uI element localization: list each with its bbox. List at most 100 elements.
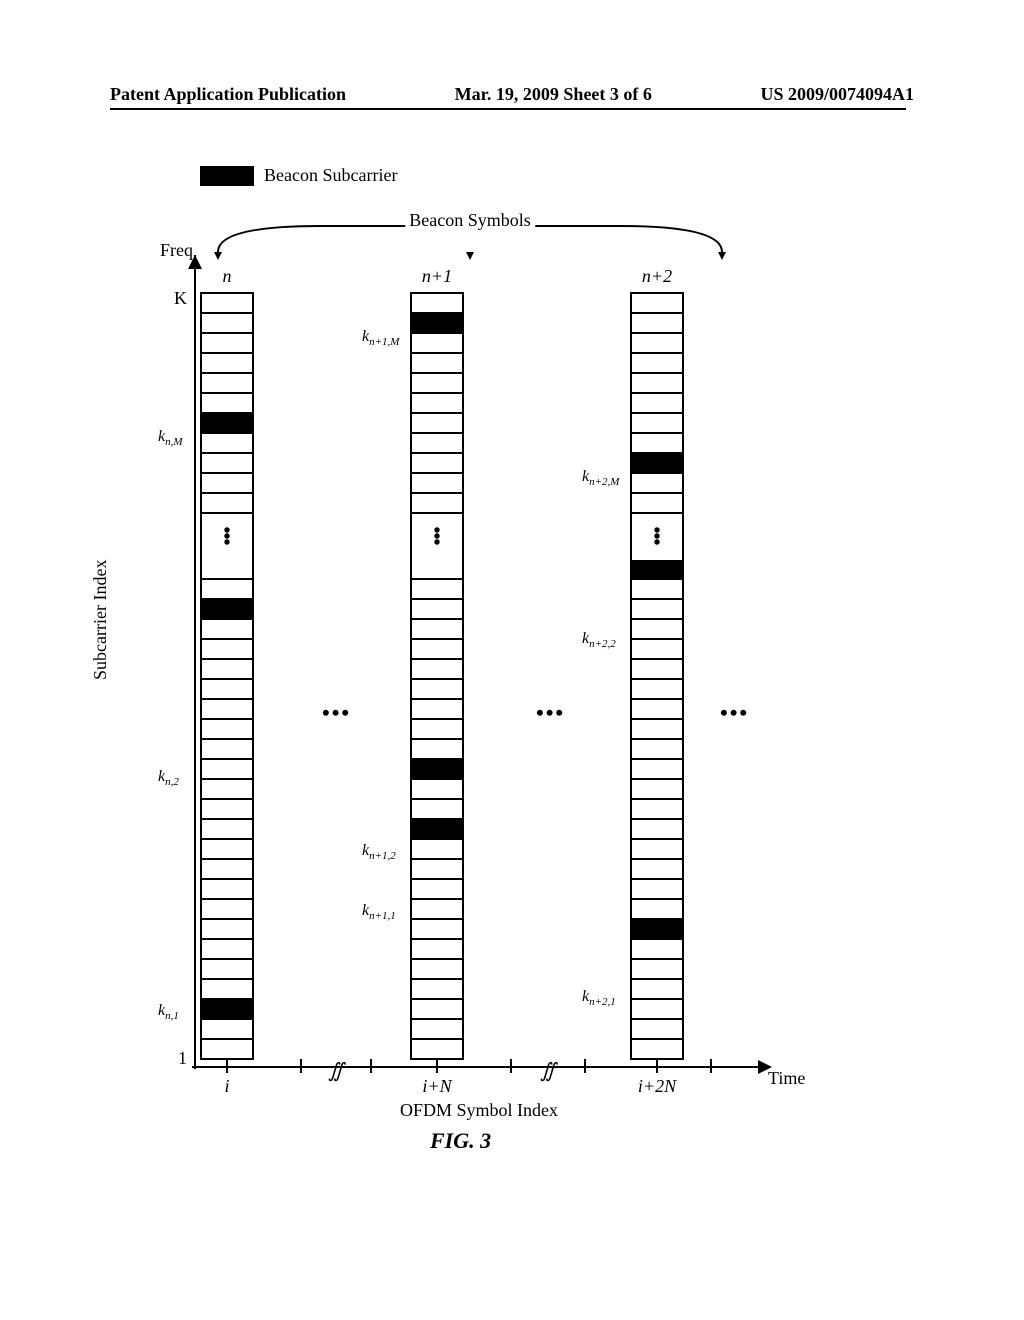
grid-cell xyxy=(632,880,682,900)
grid-cell xyxy=(202,354,252,374)
grid-cell xyxy=(632,760,682,780)
grid-cell xyxy=(202,900,252,920)
grid-cell xyxy=(412,720,462,740)
x-tick-label-iN: i+N xyxy=(422,1076,451,1097)
col-label-n2: n+2 xyxy=(630,266,684,287)
k-label: kn+2,2 xyxy=(582,630,616,650)
grid-cell xyxy=(202,720,252,740)
grid-cell xyxy=(412,414,462,434)
grid-cell xyxy=(202,740,252,760)
legend: Beacon Subcarrier xyxy=(200,165,397,186)
grid-cell xyxy=(632,940,682,960)
grid-cell xyxy=(412,660,462,680)
column-n: ••• xyxy=(200,292,254,1060)
grid-cell xyxy=(202,840,252,860)
grid-cell xyxy=(632,1020,682,1040)
grid-cell xyxy=(412,334,462,354)
legend-label: Beacon Subcarrier xyxy=(264,165,397,186)
k-label: kn,M xyxy=(158,428,183,448)
grid-cell xyxy=(412,640,462,660)
grid-cell xyxy=(412,860,462,880)
grid-cell xyxy=(412,294,462,314)
grid-cell xyxy=(202,960,252,980)
grid-cell xyxy=(412,474,462,494)
grid-cell xyxy=(412,920,462,940)
grid-cell xyxy=(632,294,682,314)
x-tick xyxy=(510,1059,512,1073)
column-n2-lower xyxy=(632,560,682,1060)
x-tick-i2N xyxy=(656,1059,658,1073)
grid-cell xyxy=(632,680,682,700)
time-axis-label: Time xyxy=(768,1068,805,1089)
header-mid: Mar. 19, 2009 Sheet 3 of 6 xyxy=(455,84,652,105)
k-label: kn+1,M xyxy=(362,328,399,348)
grid-cell xyxy=(412,780,462,800)
x-tick-label-i2N: i+2N xyxy=(638,1076,676,1097)
grid-cell xyxy=(412,620,462,640)
grid-cell xyxy=(202,980,252,1000)
grid-cell xyxy=(412,800,462,820)
grid-cell xyxy=(412,980,462,1000)
grid-cell xyxy=(632,980,682,1000)
beacon-cell xyxy=(202,414,252,434)
grid-cell xyxy=(632,434,682,454)
grid-cell xyxy=(632,354,682,374)
column-n2: ••• xyxy=(630,292,684,1060)
grid-cell xyxy=(412,374,462,394)
y-axis xyxy=(194,255,196,1069)
grid-cell xyxy=(202,294,252,314)
x-tick xyxy=(300,1059,302,1073)
grid-cell xyxy=(632,840,682,860)
grid-cell xyxy=(412,960,462,980)
grid-cell xyxy=(412,740,462,760)
grid-cell xyxy=(202,860,252,880)
grid-cell xyxy=(412,354,462,374)
beacon-cell xyxy=(412,820,462,840)
column-n-lower xyxy=(202,560,252,1060)
header-rule xyxy=(110,108,906,110)
beacon-cell xyxy=(632,920,682,940)
x-tick-i xyxy=(226,1059,228,1073)
grid-cell xyxy=(202,334,252,354)
page-header: Patent Application Publication Mar. 19, … xyxy=(0,84,1024,105)
vdots-icon: ••• xyxy=(412,514,462,560)
beacon-cell xyxy=(632,454,682,474)
vdots-icon: ••• xyxy=(632,514,682,560)
k-label: kn,2 xyxy=(158,768,179,788)
grid-cell xyxy=(202,1020,252,1040)
grid-cell xyxy=(632,720,682,740)
column-n1-lower xyxy=(412,560,462,1060)
grid-cell xyxy=(202,800,252,820)
x-axis xyxy=(192,1066,760,1068)
beacon-cell xyxy=(632,560,682,580)
grid-cell xyxy=(632,394,682,414)
grid-cell xyxy=(632,314,682,334)
grid-cell xyxy=(202,1040,252,1060)
figure-caption: FIG. 3 xyxy=(430,1128,491,1154)
grid-cell xyxy=(632,740,682,760)
grid-cell xyxy=(202,394,252,414)
grid-cell xyxy=(412,434,462,454)
x-tick xyxy=(710,1059,712,1073)
column-n1-upper xyxy=(412,294,462,514)
y-tick-K: K xyxy=(174,288,187,309)
grid-cell xyxy=(412,580,462,600)
grid-cell xyxy=(412,700,462,720)
grid-cell xyxy=(412,1000,462,1020)
grid-cell xyxy=(412,494,462,514)
grid-cell xyxy=(412,840,462,860)
grid-cell xyxy=(632,374,682,394)
beacon-cell xyxy=(412,314,462,334)
grid-cell xyxy=(412,880,462,900)
hdots-icon: ••• xyxy=(322,700,351,726)
brace-label: Beacon Symbols xyxy=(405,210,535,231)
k-label: kn+2,M xyxy=(582,468,619,488)
y-tick-1: 1 xyxy=(178,1048,187,1069)
k-label: kn+2,1 xyxy=(582,988,616,1008)
beacon-cell xyxy=(202,1000,252,1020)
x-axis-title: OFDM Symbol Index xyxy=(400,1100,558,1121)
k-label: kn+1,1 xyxy=(362,902,396,922)
x-tick xyxy=(370,1059,372,1073)
grid-cell xyxy=(202,940,252,960)
axis-break-icon: ∬ xyxy=(328,1058,344,1083)
